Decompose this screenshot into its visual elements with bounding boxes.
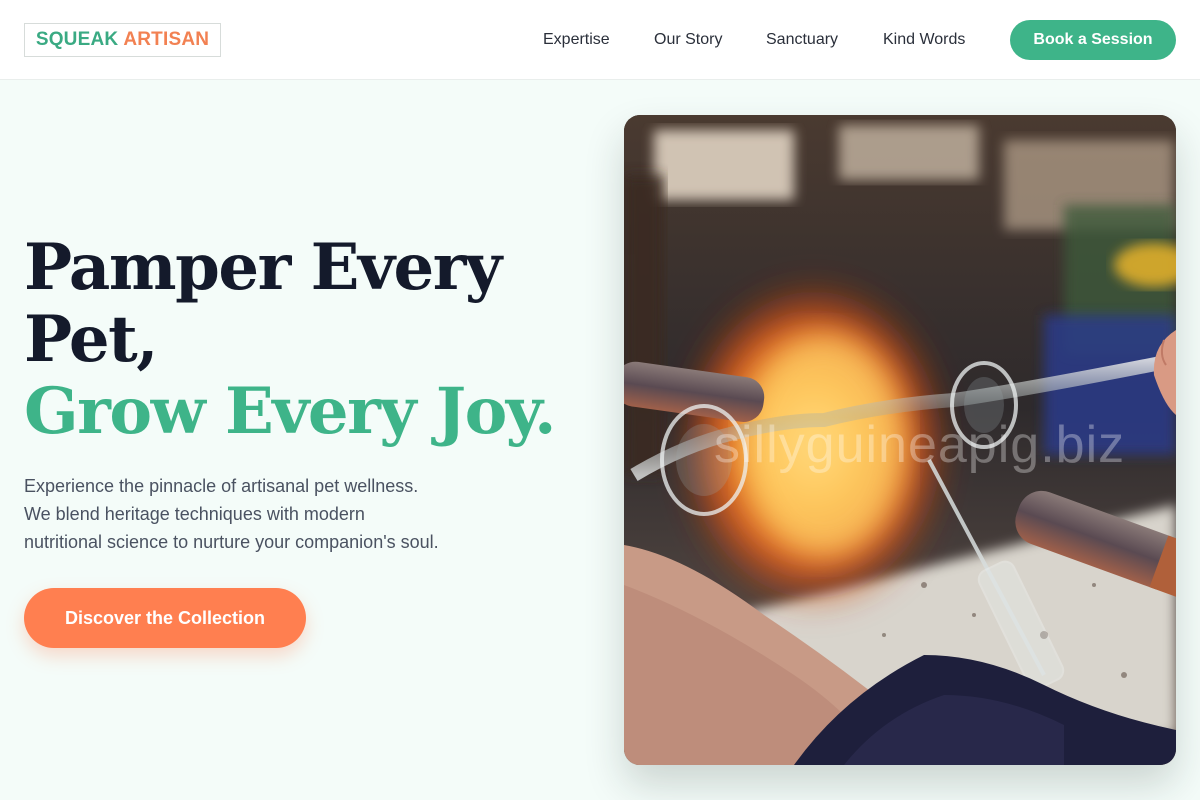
headline-line-2: Pet, <box>24 302 158 377</box>
top-navbar: SQUEAK ARTISAN Expertise Our Story Sanctu… <box>0 0 1200 80</box>
hero-headline: Pamper Every Pet, Grow Every Joy. <box>24 232 584 448</box>
headline-line-1: Pamper Every <box>24 230 502 305</box>
image-watermark: sillyguineapig.biz <box>714 416 1126 474</box>
nav-link-kind-words[interactable]: Kind Words <box>883 28 965 52</box>
discover-collection-button[interactable]: Discover the Collection <box>24 588 306 648</box>
hero-image: sillyguineapig.biz <box>624 115 1176 765</box>
book-session-button[interactable]: Book a Session <box>1010 20 1176 60</box>
logo-word-squeak: SQUEAK <box>35 29 119 50</box>
intro-line-2: We blend heritage techniques with modern <box>24 504 365 524</box>
headline-line-3-accent: Grow Every Joy. <box>24 374 556 449</box>
intro-line-3: nutritional science to nurture your comp… <box>24 532 439 552</box>
hero-intro-text: Experience the pinnacle of artisanal pet… <box>24 472 504 556</box>
intro-line-1: Experience the pinnacle of artisanal pet… <box>24 476 419 496</box>
nav-link-our-story[interactable]: Our Story <box>654 28 722 52</box>
brand-logo[interactable]: SQUEAK ARTISAN <box>24 23 221 57</box>
nav-link-sanctuary[interactable]: Sanctuary <box>766 28 838 52</box>
logo-word-artisan: ARTISAN <box>123 29 210 50</box>
nav-link-expertise[interactable]: Expertise <box>543 28 610 52</box>
